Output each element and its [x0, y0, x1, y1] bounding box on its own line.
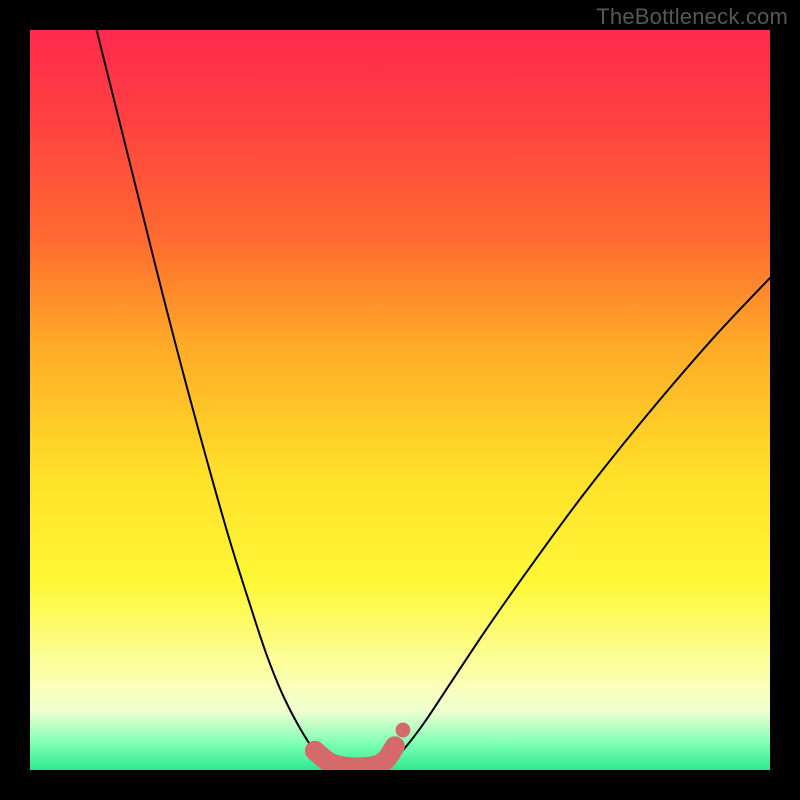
chart-svg: [30, 30, 770, 770]
watermark-text: TheBottleneck.com: [596, 4, 788, 30]
series-curve-left: [97, 30, 330, 768]
marker-band: [315, 746, 395, 767]
plot-area: [30, 30, 770, 770]
chart-stage: TheBottleneck.com: [0, 0, 800, 800]
marker-end-dot: [396, 723, 411, 738]
series-curve-right: [385, 278, 770, 768]
